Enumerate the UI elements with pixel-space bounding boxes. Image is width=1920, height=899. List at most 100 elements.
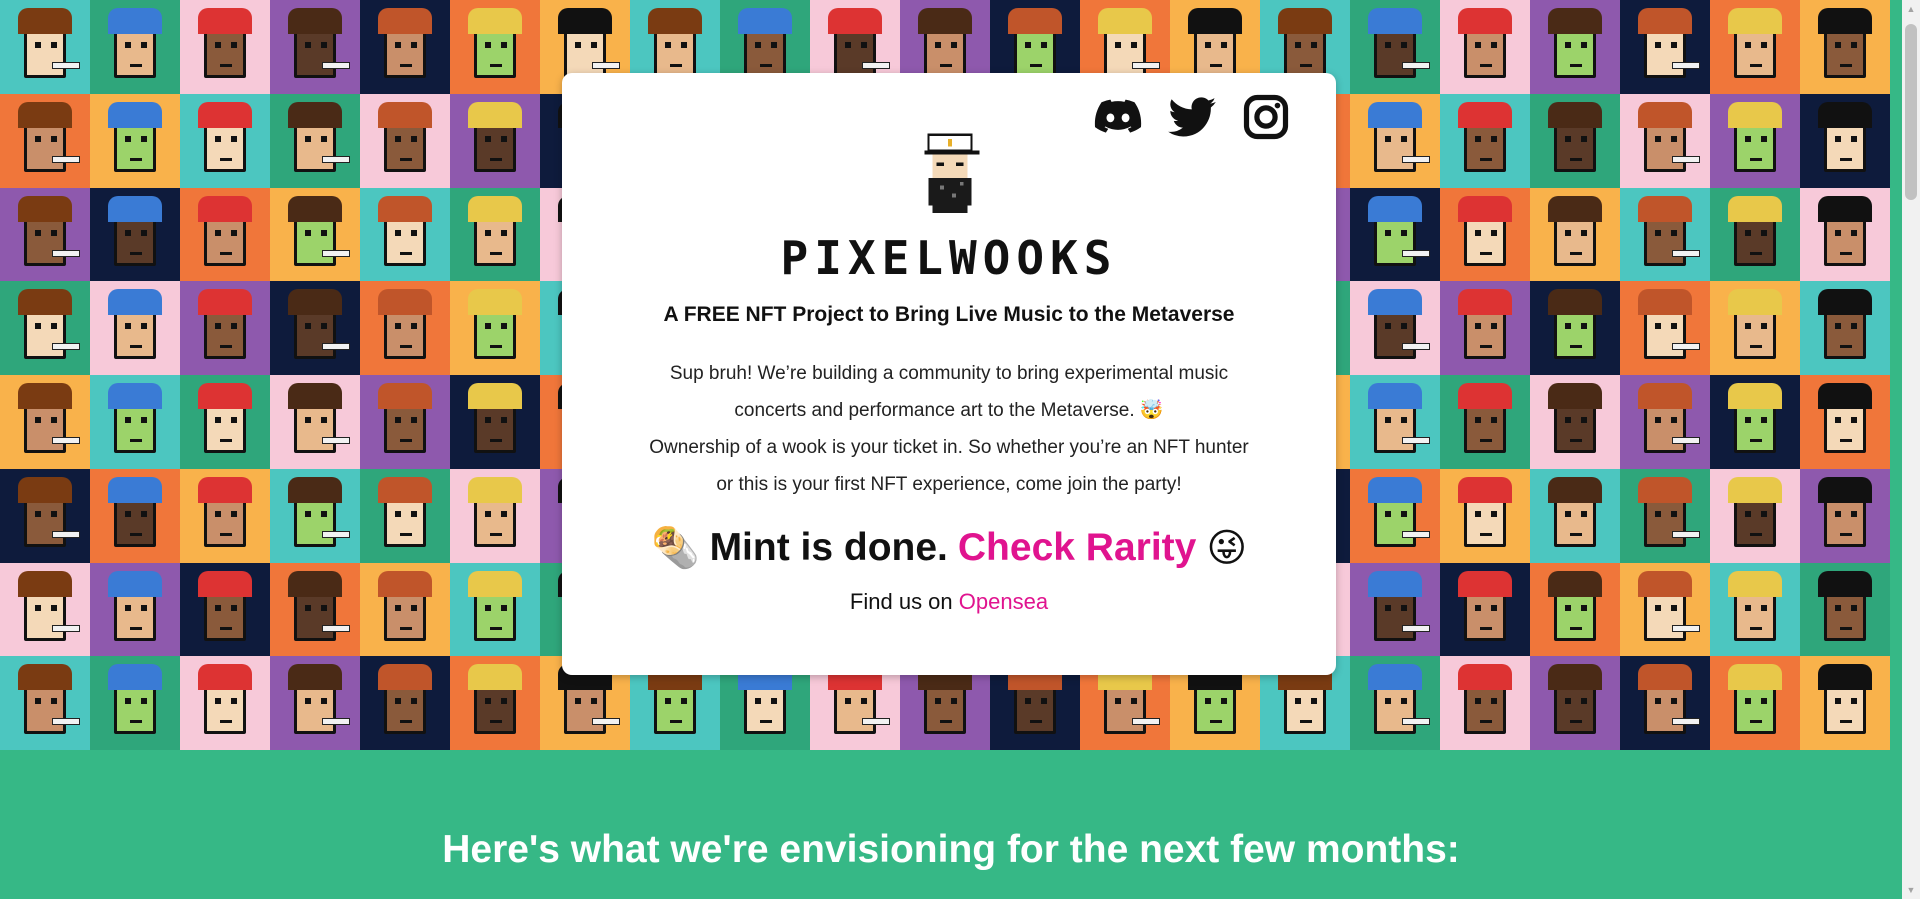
avatar-mouth [1210, 64, 1222, 67]
avatar-hair [828, 8, 882, 34]
avatar-hair [1818, 195, 1872, 222]
avatar-eye [35, 698, 41, 705]
avatar-hair [1728, 383, 1782, 409]
avatar-mouth [1750, 251, 1762, 255]
avatar-tile [1710, 187, 1800, 282]
avatar-eye [1491, 229, 1497, 236]
avatar-tile [360, 375, 450, 469]
avatar-eye [1851, 417, 1857, 423]
avatar-tile [1620, 93, 1710, 188]
avatar-eye [305, 229, 311, 236]
avatar-tile [1440, 93, 1530, 188]
avatar-tile [1530, 281, 1620, 375]
instagram-icon[interactable] [1240, 91, 1292, 143]
avatar-eye [1385, 604, 1391, 611]
avatar-tile [90, 281, 180, 375]
social-links [1092, 91, 1292, 143]
discord-icon[interactable] [1092, 91, 1144, 143]
avatar-tile [1350, 93, 1440, 188]
avatar-eye [485, 323, 491, 330]
avatar-tile [1710, 468, 1800, 563]
avatar-hair [18, 101, 72, 128]
avatar-eye [231, 229, 237, 236]
avatar-eye [591, 42, 597, 48]
vertical-scrollbar[interactable]: ▲ ▼ [1902, 0, 1920, 899]
avatar-eye [395, 698, 401, 705]
avatar-tile [450, 375, 540, 469]
avatar-cigarette [1402, 718, 1430, 726]
avatar-tile [180, 281, 270, 375]
avatar-eye [1401, 323, 1407, 330]
avatar-cigarette [52, 437, 80, 444]
avatar-eye [411, 135, 417, 142]
avatar-eye [1851, 510, 1857, 517]
avatar-eye [935, 42, 941, 48]
avatar-eye [125, 42, 131, 48]
avatar-eye [1311, 698, 1317, 705]
avatar-eye [51, 417, 57, 423]
avatar-eye [1671, 135, 1677, 142]
avatar-hair [1368, 289, 1422, 316]
avatar-cigarette [322, 62, 350, 69]
avatar-mouth [130, 626, 142, 630]
avatar-eye [501, 604, 507, 611]
avatar-hair [108, 383, 162, 409]
avatar-mouth [1570, 64, 1582, 67]
avatar-eye [1745, 42, 1751, 48]
avatar-eye [411, 510, 417, 517]
avatar-eye [861, 42, 867, 48]
scroll-up-arrow-icon[interactable]: ▲ [1902, 0, 1920, 18]
avatar-eye [321, 42, 327, 48]
avatar-hair [378, 195, 432, 222]
avatar-eye [951, 698, 957, 705]
scroll-down-arrow-icon[interactable]: ▼ [1902, 881, 1920, 899]
avatar-eye [395, 604, 401, 611]
avatar-eye [1655, 417, 1661, 423]
avatar-eye [321, 698, 327, 705]
avatar-eye [141, 42, 147, 48]
avatar-tile [1800, 656, 1890, 750]
avatar-mouth [1840, 345, 1852, 349]
avatar-mouth [490, 720, 502, 724]
avatar-mouth [1750, 532, 1762, 536]
avatar-mouth [1480, 345, 1492, 349]
avatar-tile [1440, 656, 1530, 750]
avatar-eye [411, 417, 417, 423]
avatar-hair [918, 8, 972, 34]
avatar-mouth [220, 532, 232, 536]
avatar-cigarette [1672, 437, 1700, 444]
twitter-icon[interactable] [1166, 91, 1218, 143]
avatar-hair [108, 664, 162, 691]
avatar-eye [485, 510, 491, 517]
avatar-hair [18, 289, 72, 316]
avatar-tile [90, 562, 180, 657]
avatar-cigarette [52, 624, 80, 632]
avatar-mouth [490, 251, 502, 255]
avatar-cigarette [1402, 530, 1430, 538]
avatar-mouth [1480, 439, 1492, 442]
avatar-mouth [490, 532, 502, 536]
check-rarity-link[interactable]: Check Rarity [958, 526, 1196, 570]
avatar-eye [1655, 229, 1661, 236]
avatar-eye [1491, 698, 1497, 705]
avatar-eye [575, 42, 581, 48]
find-us-line: Find us on Opensea [562, 589, 1336, 615]
avatar-mouth [1570, 720, 1582, 724]
avatar-tile [270, 468, 360, 563]
avatar-eye [1475, 604, 1481, 611]
scrollbar-thumb[interactable] [1905, 24, 1917, 200]
avatar-tile [1350, 281, 1440, 375]
avatar-eye [1745, 698, 1751, 705]
avatar-cigarette [322, 437, 350, 444]
avatar-tile [90, 656, 180, 750]
avatar-tile [180, 656, 270, 750]
avatar-eye [1671, 510, 1677, 517]
avatar-eye [1491, 417, 1497, 423]
avatar-tile [1710, 281, 1800, 375]
avatar-eye [1385, 323, 1391, 330]
opensea-link[interactable]: Opensea [959, 589, 1048, 614]
avatar-eye [141, 510, 147, 517]
avatar-mouth [1840, 532, 1852, 536]
avatar-hair [1458, 101, 1512, 128]
avatar-eye [1761, 698, 1767, 705]
